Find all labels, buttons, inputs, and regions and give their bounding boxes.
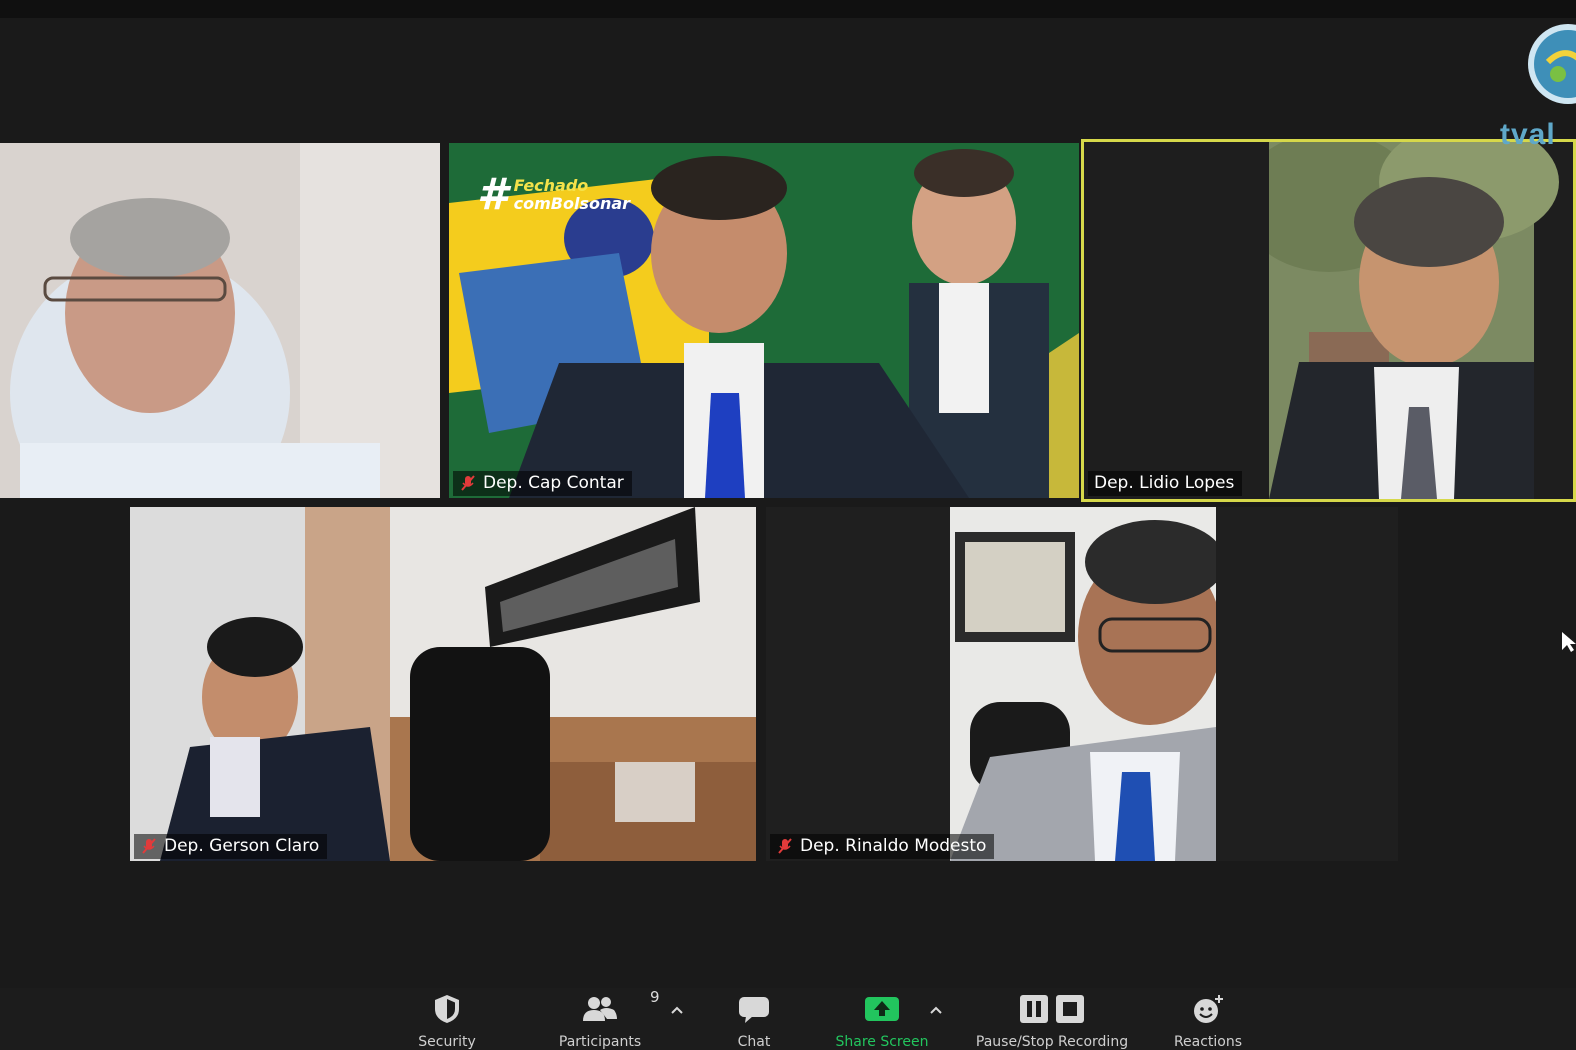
participant-video-4 [130, 507, 756, 861]
share-screen-options-caret-icon[interactable] [928, 1002, 944, 1018]
channel-logo-text: tval [1500, 118, 1556, 151]
name-tag: Dep. Rinaldo Modesto [770, 834, 995, 859]
meeting-toolbar: Security 9 Participants Chat Share Scree… [0, 988, 1576, 1050]
participant-name: Dep. Gerson Claro [164, 836, 320, 856]
cursor-icon [1562, 632, 1576, 652]
video-tile-2[interactable]: # Fechado comBolsonar Dep. Cap Contar [449, 143, 1079, 498]
participant-video-3 [1269, 142, 1559, 499]
mic-muted-icon [778, 838, 792, 854]
stop-icon [1056, 995, 1084, 1023]
reactions-button[interactable]: Reactions [1162, 992, 1254, 1050]
participants-button[interactable]: 9 Participants [552, 988, 660, 1050]
pause-icon [1020, 995, 1048, 1023]
chat-button[interactable]: Chat [722, 992, 786, 1050]
recording-label: Pause/Stop Recording [975, 1034, 1129, 1050]
channel-logo [1528, 24, 1576, 104]
shield-icon [435, 995, 459, 1023]
video-tile-5[interactable]: Dep. Rinaldo Modesto [766, 507, 1398, 861]
name-tag: Dep. Gerson Claro [134, 834, 328, 859]
share-screen-button[interactable]: Share Screen [826, 992, 938, 1050]
participants-label: Participants [558, 1034, 642, 1050]
security-button[interactable]: Security [412, 992, 482, 1050]
top-bar [0, 0, 1576, 18]
chat-label: Chat [737, 1034, 771, 1050]
background-text-line-1: Fechado [513, 175, 589, 195]
video-tile-4[interactable]: Dep. Gerson Claro [130, 507, 756, 861]
participants-icon [583, 997, 617, 1021]
name-tag: Dep. Cap Contar [453, 471, 632, 496]
video-tile-3[interactable]: Dep. Lidio Lopes [1081, 139, 1576, 502]
participant-video-5 [950, 507, 1216, 861]
share-screen-label: Share Screen [835, 1034, 929, 1050]
participant-video-1 [10, 143, 440, 498]
pause-stop-recording-button[interactable]: Pause/Stop Recording [962, 992, 1142, 1050]
participants-options-caret-icon[interactable] [669, 1002, 685, 1018]
mic-muted-icon [142, 838, 156, 854]
video-tile-1[interactable] [0, 143, 440, 498]
security-label: Security [418, 1034, 476, 1050]
name-tag: Dep. Lidio Lopes [1088, 471, 1243, 496]
participants-count: 9 [650, 988, 660, 1006]
share-screen-icon [865, 997, 899, 1021]
chat-icon [739, 997, 769, 1023]
hashtag-icon: # [477, 169, 508, 220]
mic-muted-icon [461, 475, 475, 491]
reactions-label: Reactions [1173, 1034, 1243, 1050]
reactions-icon [1194, 995, 1223, 1023]
participant-name: Dep. Lidio Lopes [1094, 473, 1235, 493]
participant-name: Dep. Rinaldo Modesto [800, 836, 987, 856]
background-text-line-2: comBolsonar [513, 193, 631, 213]
participant-name: Dep. Cap Contar [483, 473, 624, 493]
background-hashtag: # Fechado comBolsonar [477, 169, 630, 220]
